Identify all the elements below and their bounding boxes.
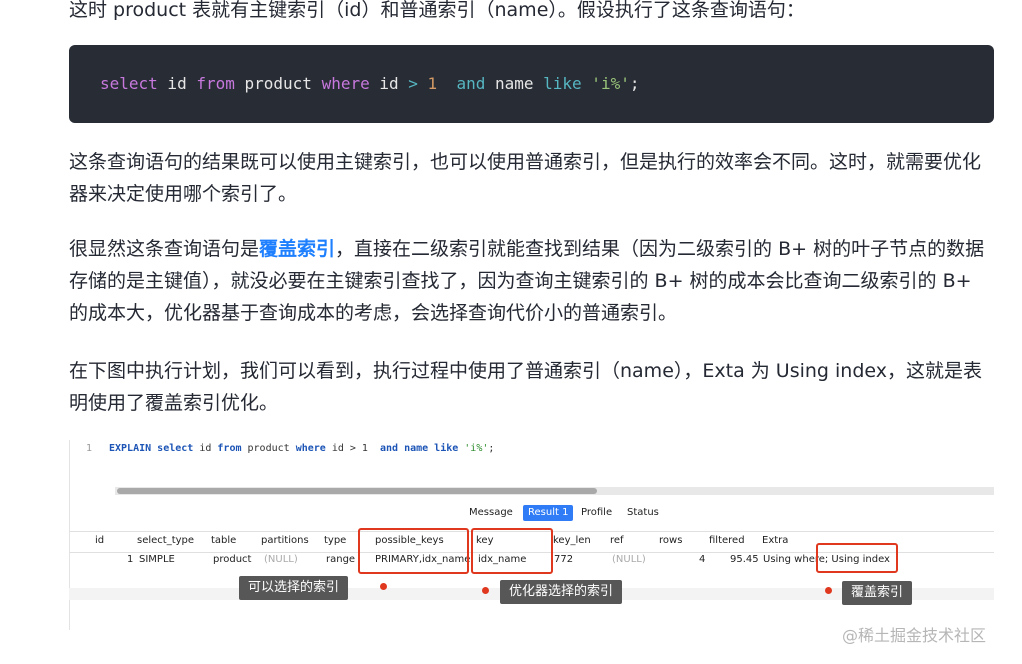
code-block: select id from product where id > 1 and … — [69, 45, 994, 123]
covering-index-link[interactable]: 覆盖索引 — [259, 238, 335, 260]
col-extra: Extra — [762, 535, 789, 546]
cell-partitions: (NULL) — [264, 554, 298, 565]
col-table: table — [211, 535, 237, 546]
paragraph-intro: 这时 product 表就有主键索引（id）和普通索引（name）。假设执行了这… — [69, 0, 805, 21]
possible-keys-highlight — [358, 528, 469, 574]
tab-result-1[interactable]: Result 1 — [523, 505, 574, 521]
sql-code-line: select id from product where id > 1 and … — [100, 74, 640, 93]
cell-select-type: SIMPLE — [139, 554, 175, 565]
scrollbar-thumb[interactable] — [117, 488, 597, 494]
horizontal-scrollbar[interactable] — [115, 487, 994, 495]
cell-id: 1 — [127, 554, 134, 565]
col-ref: ref — [610, 535, 624, 546]
tab-status[interactable]: Status — [622, 505, 664, 521]
annotation-dot — [380, 583, 387, 590]
tab-profile[interactable]: Profile — [576, 505, 617, 521]
cell-rows: 4 — [699, 554, 706, 565]
col-select-type: select_type — [137, 535, 195, 546]
col-filtered: filtered — [709, 535, 745, 546]
col-key-len: key_len — [553, 535, 591, 546]
col-rows: rows — [659, 535, 683, 546]
col-type: type — [324, 535, 347, 546]
paragraph-covering-index: 很显然这条查询语句是覆盖索引，直接在二级索引就能查找到结果（因为二级索引的 B+… — [69, 238, 985, 324]
tab-message[interactable]: Message — [464, 505, 518, 521]
explain-sql-line: 1 EXPLAIN select id from product where id… — [85, 443, 495, 454]
explain-screenshot: 1 EXPLAIN select id from product where id… — [69, 440, 994, 630]
tooltip-extra: 覆盖索引 — [842, 581, 913, 605]
paragraph-optimizer: 这条查询语句的结果既可以使用主键索引，也可以使用普通索引，但是执行的效率会不同。… — [69, 151, 982, 205]
cell-key-len: 772 — [554, 554, 574, 565]
key-highlight — [471, 528, 553, 574]
cell-filtered: 95.45 — [730, 554, 759, 565]
cell-table: product — [213, 554, 252, 565]
col-partitions: partitions — [261, 535, 309, 546]
paragraph-explain: 在下图中执行计划，我们可以看到，执行过程中使用了普通索引（name），Exta … — [69, 360, 983, 414]
col-id: id — [95, 535, 105, 546]
watermark: @稀土掘金技术社区 — [842, 626, 987, 645]
tooltip-possible-keys: 可以选择的索引 — [239, 576, 349, 600]
extra-highlight — [816, 543, 898, 573]
cell-type: range — [326, 554, 356, 565]
tooltip-key: 优化器选择的索引 — [500, 580, 623, 604]
cell-ref: (NULL) — [612, 554, 646, 565]
result-tabs: Message Result 1 Profile Status — [69, 502, 994, 524]
annotation-dot — [825, 587, 832, 594]
annotation-dot — [482, 587, 489, 594]
